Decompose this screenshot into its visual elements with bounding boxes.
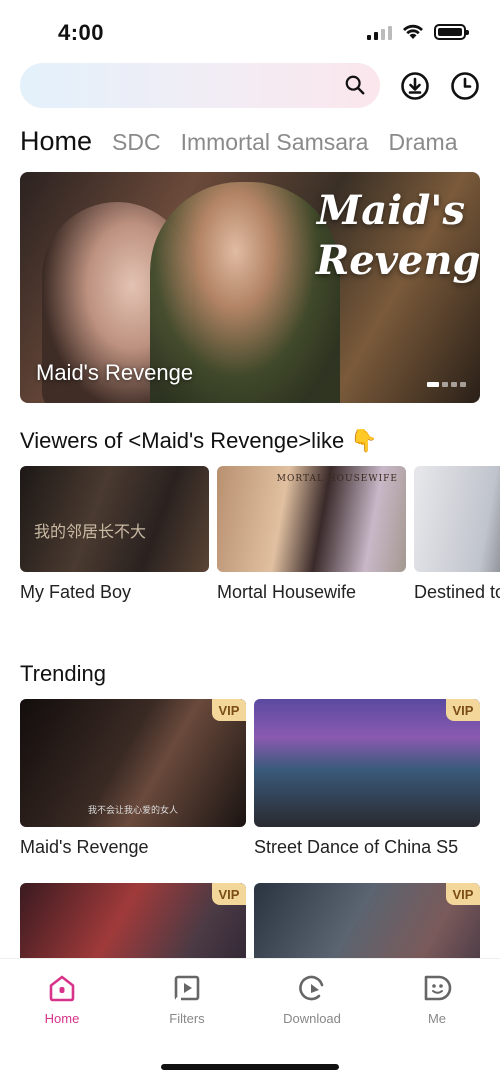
list-item-title: Mortal Housewife: [217, 582, 357, 602]
banner-caption: Maid's Revenge: [36, 360, 194, 385]
vip-badge: VIP: [446, 699, 480, 721]
poster-overlay-text: MORTAL HOUSEWIFE: [276, 474, 398, 484]
banner-pagination: [427, 382, 466, 387]
grid-item-title: Street Dance of China S5: [254, 837, 459, 857]
vip-badge: VIP: [446, 883, 480, 905]
poster-thumbnail: VIP: [254, 699, 480, 827]
list-item[interactable]: Destined to: [414, 466, 500, 606]
status-icons: [367, 24, 469, 40]
nav-me[interactable]: Me: [392, 973, 482, 1026]
tab-home[interactable]: Home: [20, 126, 92, 157]
poster-thumbnail: 我的邻居长不大: [20, 466, 209, 572]
list-item[interactable]: MORTAL HOUSEWIFE Mortal Housewife: [217, 466, 406, 606]
watch-history-icon[interactable]: [450, 71, 480, 101]
wifi-icon: [403, 24, 423, 39]
status-time: 4:00: [58, 20, 105, 45]
nav-label: Filters: [169, 1011, 205, 1026]
banner-dot: [451, 382, 457, 387]
banner-title-logo: Maid's Revenge: [316, 187, 480, 284]
nav-filters[interactable]: Filters: [142, 973, 232, 1026]
recommendations-row: 我的邻居长不大 My Fated Boy MORTAL HOUSEWIFE Mo…: [20, 466, 500, 606]
status-bar: 4:00: [0, 0, 500, 60]
list-item-title: My Fated Boy: [20, 582, 132, 602]
hero-banner[interactable]: Maid's Revenge Maid's Revenge: [20, 172, 480, 403]
grid-item[interactable]: VIP 我不会让我心爱的女人 Maid's Revenge: [20, 699, 246, 883]
grid-item[interactable]: VIP Street Dance of China S5: [254, 699, 480, 883]
home-icon: [49, 975, 75, 1002]
home-indicator: [161, 1064, 339, 1070]
tab-sdc[interactable]: SDC: [112, 129, 161, 156]
poster-thumbnail: VIP 我不会让我心爱的女人: [20, 699, 246, 827]
cellular-signal-icon: [367, 24, 392, 40]
poster-subtitle: 我不会让我心爱的女人: [87, 805, 178, 815]
tab-drama[interactable]: Drama: [388, 129, 457, 156]
banner-dot: [427, 382, 439, 387]
poster-thumbnail: MORTAL HOUSEWIFE: [217, 466, 406, 572]
download-history-icon[interactable]: [400, 71, 430, 101]
battery-icon: [434, 24, 469, 40]
nav-download[interactable]: Download: [267, 973, 357, 1026]
download-icon: [299, 975, 324, 1001]
poster-overlay-text: 我的邻居长不大: [34, 522, 147, 541]
list-item-title: Destined to: [414, 582, 500, 602]
search-bar[interactable]: [20, 63, 380, 108]
me-icon: [424, 975, 452, 1001]
nav-label: Me: [427, 1011, 447, 1026]
tab-immortal-samsara[interactable]: Immortal Samsara: [181, 129, 369, 156]
nav-label: Home: [44, 1011, 80, 1026]
banner-dot: [460, 382, 466, 387]
nav-label: Download: [283, 1011, 341, 1026]
nav-home[interactable]: Home: [17, 973, 107, 1026]
filters-icon: [174, 975, 200, 1001]
list-item[interactable]: 我的邻居长不大 My Fated Boy: [20, 466, 209, 606]
poster-thumbnail: [414, 466, 500, 572]
recommendations-title: Viewers of <Maid's Revenge>like 👇: [20, 428, 378, 453]
vip-badge: VIP: [212, 883, 246, 905]
trending-title: Trending: [20, 661, 107, 686]
grid-item-title: Maid's Revenge: [20, 837, 149, 857]
banner-dot: [442, 382, 448, 387]
vip-badge: VIP: [212, 699, 246, 721]
category-tabs: Home SDC Immortal Samsara Drama: [20, 126, 457, 157]
search-icon[interactable]: [344, 74, 366, 96]
bottom-nav: Home Filters Download Me: [0, 958, 500, 1081]
